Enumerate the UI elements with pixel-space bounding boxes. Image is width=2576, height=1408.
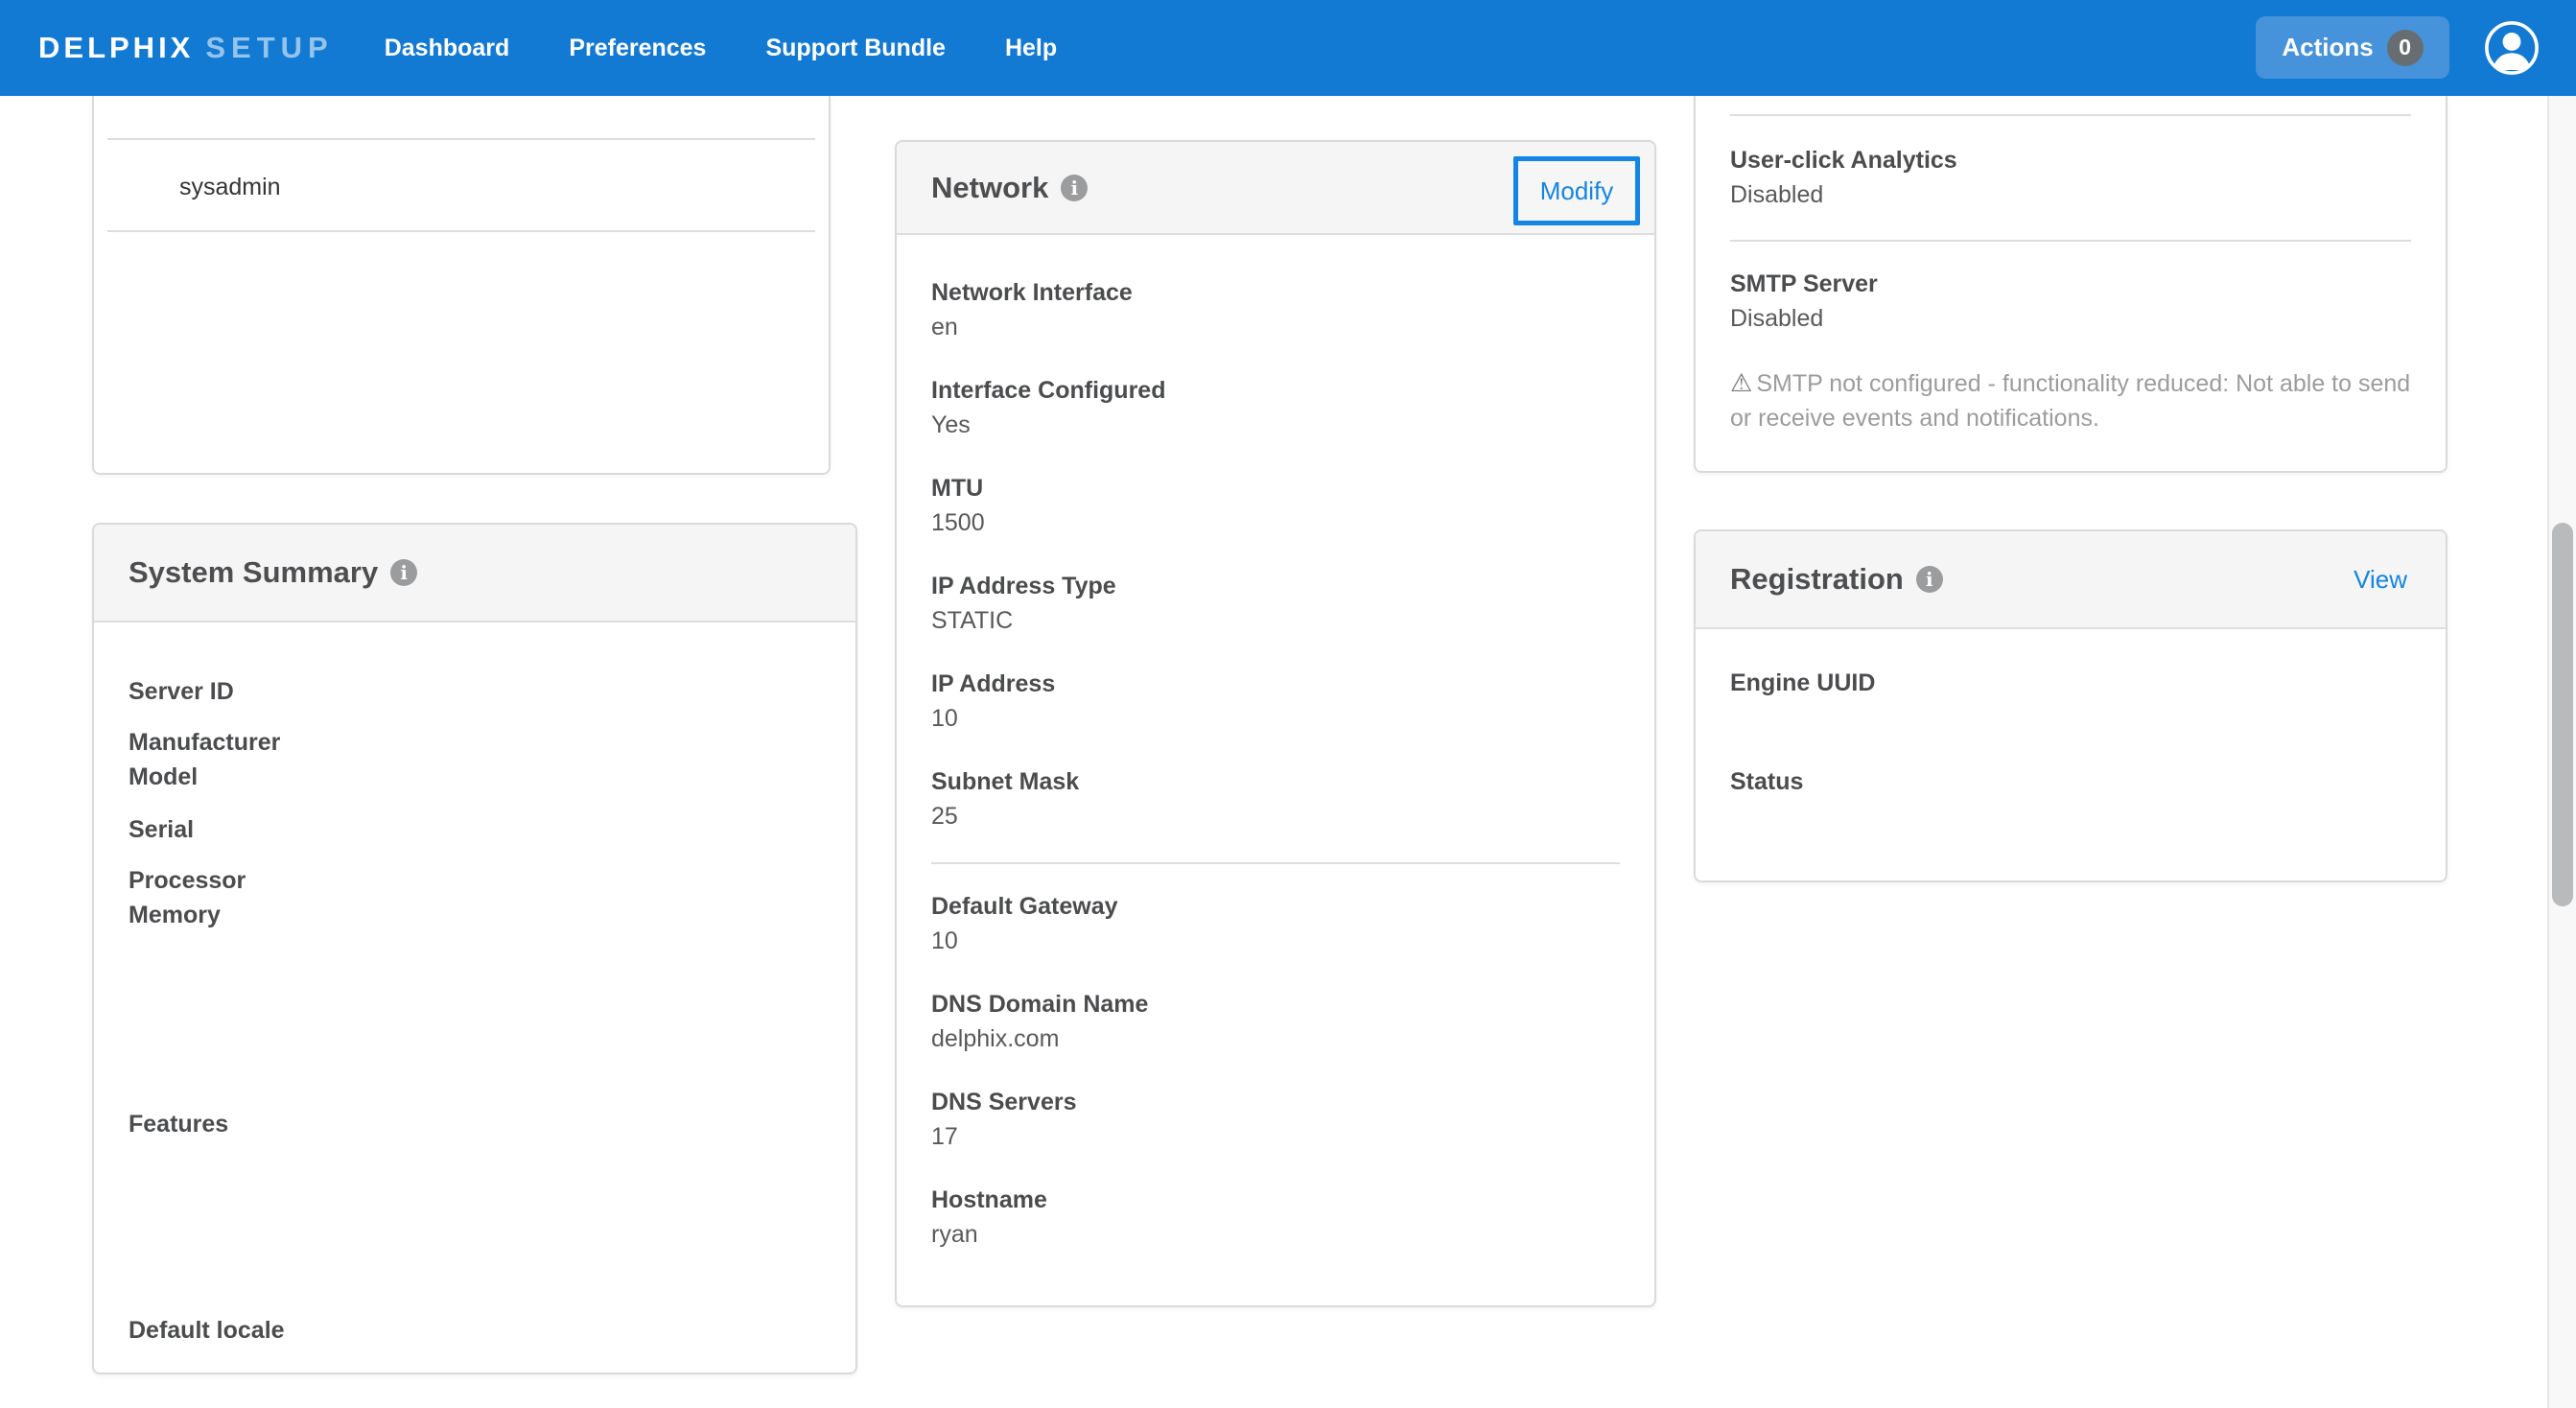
main-nav: Dashboard Preferences Support Bundle Hel… xyxy=(385,35,1057,62)
field-label: DNS Servers xyxy=(931,1085,1620,1119)
field-label: Interface Configured xyxy=(931,373,1620,408)
user-row-divider-bottom xyxy=(107,230,815,232)
field-dns-domain-name: DNS Domain Name delphix.com xyxy=(931,987,1620,1056)
actions-count-badge: 0 xyxy=(2387,30,2424,66)
system-summary-title: System Summary xyxy=(129,555,378,590)
notif-divider-middle xyxy=(1730,240,2411,242)
user-list-item-sysadmin[interactable]: sysadmin xyxy=(179,170,281,204)
field-label-features: Features xyxy=(129,1107,228,1141)
logo-setup: SETUP xyxy=(205,31,333,65)
field-ip-address-type: IP Address Type STATIC xyxy=(931,569,1620,638)
nav-item-dashboard[interactable]: Dashboard xyxy=(385,35,510,62)
field-dns-servers: DNS Servers 17 xyxy=(931,1085,1620,1154)
registration-title: Registration xyxy=(1730,562,1904,597)
field-ip-address: IP Address 10 xyxy=(931,667,1620,736)
info-icon[interactable]: i xyxy=(390,559,417,586)
delphix-setup-logo: DELPHIX SETUP xyxy=(38,31,334,65)
smtp-warning-message: ⚠SMTP not configured - functionality red… xyxy=(1730,365,2417,435)
field-label-default-locale: Default locale xyxy=(129,1313,285,1348)
field-interface-configured: Interface Configured Yes xyxy=(931,373,1620,442)
field-label: Hostname xyxy=(931,1183,1620,1217)
actions-button-label: Actions xyxy=(2282,33,2373,62)
user-row-divider-top xyxy=(107,138,815,140)
registration-card: Registration i View Engine UUID Status xyxy=(1694,529,2447,882)
info-icon[interactable]: i xyxy=(1061,175,1088,201)
field-value: Yes xyxy=(931,408,1620,442)
smtp-warning-text: SMTP not configured - functionality redu… xyxy=(1730,370,2410,432)
field-label: Network Interface xyxy=(931,275,1620,310)
field-label: IP Address xyxy=(931,667,1620,701)
field-value: STATIC xyxy=(931,603,1620,638)
field-value: en xyxy=(931,310,1620,344)
delphix-setup-screen: DELPHIX SETUP Dashboard Preferences Supp… xyxy=(0,0,2576,1408)
field-label-serial: Serial xyxy=(129,812,194,847)
field-label: IP Address Type xyxy=(931,569,1620,603)
field-value: 25 xyxy=(931,799,1620,833)
field-label-manufacturer: Manufacturer xyxy=(129,725,280,760)
field-value: 1500 xyxy=(931,505,1620,540)
field-label-engine-uuid: Engine UUID xyxy=(1730,666,1875,700)
field-network-interface: Network Interface en xyxy=(931,275,1620,344)
network-section-divider xyxy=(931,862,1620,864)
field-value-user-click-analytics: Disabled xyxy=(1730,177,1823,212)
field-label-processor: Processor xyxy=(129,863,246,898)
field-label: Subnet Mask xyxy=(931,764,1620,799)
view-registration-link[interactable]: View xyxy=(2354,565,2407,595)
field-label-status: Status xyxy=(1730,764,1803,799)
actions-button[interactable]: Actions 0 xyxy=(2256,16,2449,79)
field-value: 10 xyxy=(931,701,1620,736)
field-default-gateway: Default Gateway 10 xyxy=(931,889,1620,958)
field-label-smtp-server: SMTP Server xyxy=(1730,267,1878,301)
field-value: delphix.com xyxy=(931,1021,1620,1056)
notif-divider-top xyxy=(1730,114,2411,116)
field-value: 17 xyxy=(931,1119,1620,1154)
field-label-model: Model xyxy=(129,760,198,794)
field-hostname: Hostname ryan xyxy=(931,1183,1620,1252)
field-value: 10 xyxy=(931,924,1620,958)
field-value: ryan xyxy=(931,1217,1620,1252)
warning-triangle-icon: ⚠ xyxy=(1730,368,1752,397)
field-label: MTU xyxy=(931,471,1620,505)
system-summary-header: System Summary i xyxy=(94,525,855,622)
field-label: DNS Domain Name xyxy=(931,987,1620,1021)
modify-network-button[interactable]: Modify xyxy=(1513,156,1640,225)
user-icon xyxy=(2484,20,2540,76)
top-navbar: DELPHIX SETUP Dashboard Preferences Supp… xyxy=(0,0,2576,96)
field-label-server-id: Server ID xyxy=(129,674,234,709)
field-subnet-mask: Subnet Mask 25 xyxy=(931,764,1620,833)
registration-header: Registration i View xyxy=(1696,531,2446,629)
nav-item-help[interactable]: Help xyxy=(1005,35,1057,62)
nav-item-support-bundle[interactable]: Support Bundle xyxy=(765,35,945,62)
field-value-smtp-server: Disabled xyxy=(1730,301,1823,336)
field-mtu: MTU 1500 xyxy=(931,471,1620,540)
nav-item-preferences[interactable]: Preferences xyxy=(569,35,706,62)
logo-delphix: DELPHIX xyxy=(38,31,194,65)
system-summary-card: System Summary i Server ID Manufacturer … xyxy=(92,523,857,1374)
network-body: Network Interface en Interface Configure… xyxy=(897,235,1654,1252)
network-card: Network i Modify Network Interface en In… xyxy=(895,140,1656,1307)
field-label-user-click-analytics: User-click Analytics xyxy=(1730,143,1957,177)
info-icon[interactable]: i xyxy=(1916,566,1943,593)
scrollbar-track[interactable] xyxy=(2547,96,2576,1408)
field-label: Default Gateway xyxy=(931,889,1620,924)
scrollbar-thumb[interactable] xyxy=(2552,523,2573,906)
user-avatar-button[interactable] xyxy=(2484,20,2540,76)
network-title: Network xyxy=(931,171,1048,205)
field-label-memory: Memory xyxy=(129,898,221,932)
